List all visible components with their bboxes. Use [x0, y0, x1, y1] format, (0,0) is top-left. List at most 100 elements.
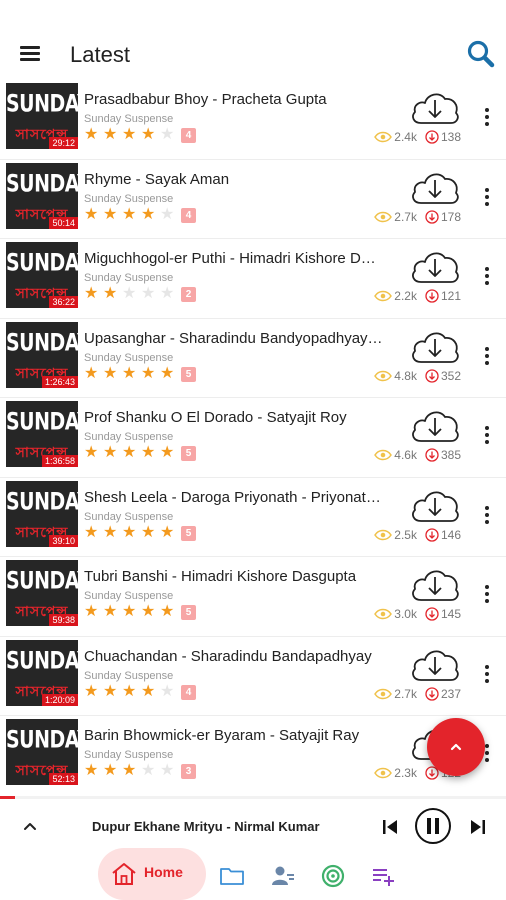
cloud-download-icon: [412, 490, 459, 522]
duration-badge: 1:20:09: [41, 693, 78, 706]
star-filled-icon: ★: [84, 762, 99, 779]
more-options-icon[interactable]: [478, 583, 496, 605]
nav-artists[interactable]: [269, 862, 297, 890]
download-count-icon: [425, 368, 439, 383]
star-filled-icon: ★: [141, 603, 156, 620]
nav-folder[interactable]: [218, 862, 246, 890]
list-item[interactable]: SUNDAYসাসপেন্স39:10 Shesh Leela - Daroga …: [0, 478, 506, 557]
star-filled-icon: ★: [84, 523, 99, 541]
rating-badge: 4: [181, 128, 196, 143]
star-empty-icon: ★: [122, 285, 137, 302]
rating-badge: 3: [181, 764, 196, 779]
rating-stars: ★ ★ ★ ★ ★ 5: [84, 365, 196, 383]
episode-title[interactable]: Barin Bhowmick-er Byaram - Satyajit Ray: [84, 727, 384, 744]
star-filled-icon: ★: [141, 126, 156, 143]
download-button[interactable]: [408, 563, 462, 607]
more-options-icon[interactable]: [478, 265, 496, 287]
download-button[interactable]: [408, 404, 462, 448]
list-item[interactable]: SUNDAYসাসপেন্স59:38 Tubri Banshi - Himadr…: [0, 557, 506, 637]
eye-icon: [374, 370, 393, 381]
now-playing-title[interactable]: Dupur Ekhane Mrityu - Nirmal Kumar: [92, 819, 320, 834]
star-filled-icon: ★: [122, 682, 137, 700]
episode-title[interactable]: Prasadbabur Bhoy - Pracheta Gupta: [84, 91, 384, 108]
episode-thumbnail[interactable]: SUNDAYসাসপেন্স36:22: [6, 242, 78, 308]
star-filled-icon: ★: [160, 444, 175, 461]
duration-badge: 39:10: [49, 534, 78, 547]
star-filled-icon: ★: [160, 364, 175, 382]
episode-title[interactable]: Prof Shanku O El Dorado - Satyajit Roy: [84, 409, 384, 426]
view-count: 2.4k: [394, 130, 417, 144]
episode-stats: 2.4k 138: [374, 130, 461, 144]
star-filled-icon: ★: [103, 682, 118, 700]
next-button[interactable]: [466, 815, 490, 839]
download-button[interactable]: [408, 245, 462, 289]
thumbnail-title: SUNDAY: [6, 646, 78, 675]
more-options-icon[interactable]: [478, 663, 496, 685]
eye-icon: [374, 688, 393, 699]
star-filled-icon: ★: [122, 126, 137, 143]
episode-title[interactable]: Upasanghar - Sharadindu Bandyopadhyay - …: [84, 330, 384, 347]
episode-thumbnail[interactable]: SUNDAYসাসপেন্স29:12: [6, 83, 78, 149]
previous-button[interactable]: [378, 815, 402, 839]
episode-title[interactable]: Rhyme - Sayak Aman: [84, 171, 384, 188]
list-item[interactable]: SUNDAYসাসপেন্স1:26:43 Upasanghar - Sharad…: [0, 319, 506, 398]
download-button[interactable]: [408, 643, 462, 687]
star-filled-icon: ★: [122, 364, 137, 382]
pause-button[interactable]: [414, 807, 452, 845]
episode-subtitle: Sunday Suspense: [84, 113, 174, 125]
star-filled-icon: ★: [141, 364, 156, 382]
episode-title[interactable]: Miguchhogol-er Puthi - Himadri Kishore D…: [84, 250, 384, 267]
download-count-icon: [425, 448, 439, 462]
download-button[interactable]: [408, 166, 462, 210]
download-button[interactable]: [408, 86, 462, 130]
list-item[interactable]: SUNDAYসাসপেন্স36:22 Miguchhogol-er Puthi …: [0, 239, 506, 319]
download-button[interactable]: [408, 325, 462, 369]
download-count-icon: [425, 209, 439, 224]
eye-icon: [374, 767, 393, 779]
episode-thumbnail[interactable]: SUNDAYসাসপেন্স1:26:43: [6, 321, 78, 388]
playlist-add-icon: [373, 869, 394, 886]
episode-subtitle: Sunday Suspense: [84, 590, 174, 602]
nav-radio[interactable]: [319, 862, 347, 890]
episode-thumbnail[interactable]: SUNDAYসাসপেন্স1:20:09: [6, 639, 78, 706]
list-item[interactable]: SUNDAYসাসপেন্স1:36:58 Prof Shanku O El Do…: [0, 398, 506, 478]
episode-title[interactable]: Chuachandan - Sharadindu Bandapadhyay: [84, 648, 384, 665]
episode-thumbnail[interactable]: SUNDAYসাসপেন্স52:13: [6, 719, 78, 785]
expand-player-button[interactable]: [18, 815, 42, 839]
scroll-up-button[interactable]: [427, 718, 485, 776]
duration-badge: 50:14: [49, 216, 78, 229]
nav-home[interactable]: Home: [98, 848, 206, 900]
mini-player[interactable]: Dupur Ekhane Mrityu - Nirmal Kumar: [0, 796, 506, 852]
episode-title[interactable]: Shesh Leela - Daroga Priyonath - Priyona…: [84, 489, 384, 506]
episode-thumbnail[interactable]: SUNDAYসাসপেন্স39:10: [6, 480, 78, 547]
download-button[interactable]: [408, 484, 462, 528]
episode-title[interactable]: Tubri Banshi - Himadri Kishore Dasgupta: [84, 568, 384, 585]
radio-icon: [321, 864, 345, 888]
rating-stars: ★ ★ ★ ★ ★ 2: [84, 285, 196, 303]
list-item[interactable]: SUNDAYসাসপেন্স29:12 Prasadbabur Bhoy - Pr…: [0, 80, 506, 160]
nav-home-label: Home: [144, 864, 183, 880]
duration-badge: 1:36:58: [41, 455, 78, 467]
episode-thumbnail[interactable]: SUNDAYসাসপেন্স59:38: [6, 560, 78, 626]
list-item[interactable]: SUNDAYসাসপেন্স50:14 Rhyme - Sayak Aman Sun…: [0, 160, 506, 239]
more-options-icon[interactable]: [478, 345, 496, 367]
cloud-download-icon: [412, 331, 459, 363]
star-filled-icon: ★: [84, 682, 99, 700]
nav-playlist-add[interactable]: [370, 862, 398, 890]
star-empty-icon: ★: [160, 205, 175, 223]
episode-thumbnail[interactable]: SUNDAYসাসপেন্স50:14: [6, 162, 78, 229]
view-count: 2.5k: [394, 527, 417, 542]
view-count: 2.7k: [394, 209, 417, 224]
search-icon[interactable]: [465, 38, 497, 70]
rating-stars: ★ ★ ★ ★ ★ 5: [84, 524, 196, 542]
more-options-icon[interactable]: [478, 424, 496, 446]
episode-subtitle: Sunday Suspense: [84, 431, 174, 443]
more-options-icon[interactable]: [478, 106, 496, 128]
more-options-icon[interactable]: [478, 504, 496, 526]
hamburger-menu-icon[interactable]: [16, 40, 44, 68]
list-item[interactable]: SUNDAYসাসপেন্স1:20:09 Chuachandan - Shara…: [0, 637, 506, 716]
episode-thumbnail[interactable]: SUNDAYসাসপেন্স1:36:58: [6, 401, 78, 467]
episode-subtitle: Sunday Suspense: [84, 669, 174, 682]
more-options-icon[interactable]: [478, 186, 496, 208]
episode-list[interactable]: SUNDAYসাসপেন্স29:12 Prasadbabur Bhoy - Pr…: [0, 80, 506, 792]
